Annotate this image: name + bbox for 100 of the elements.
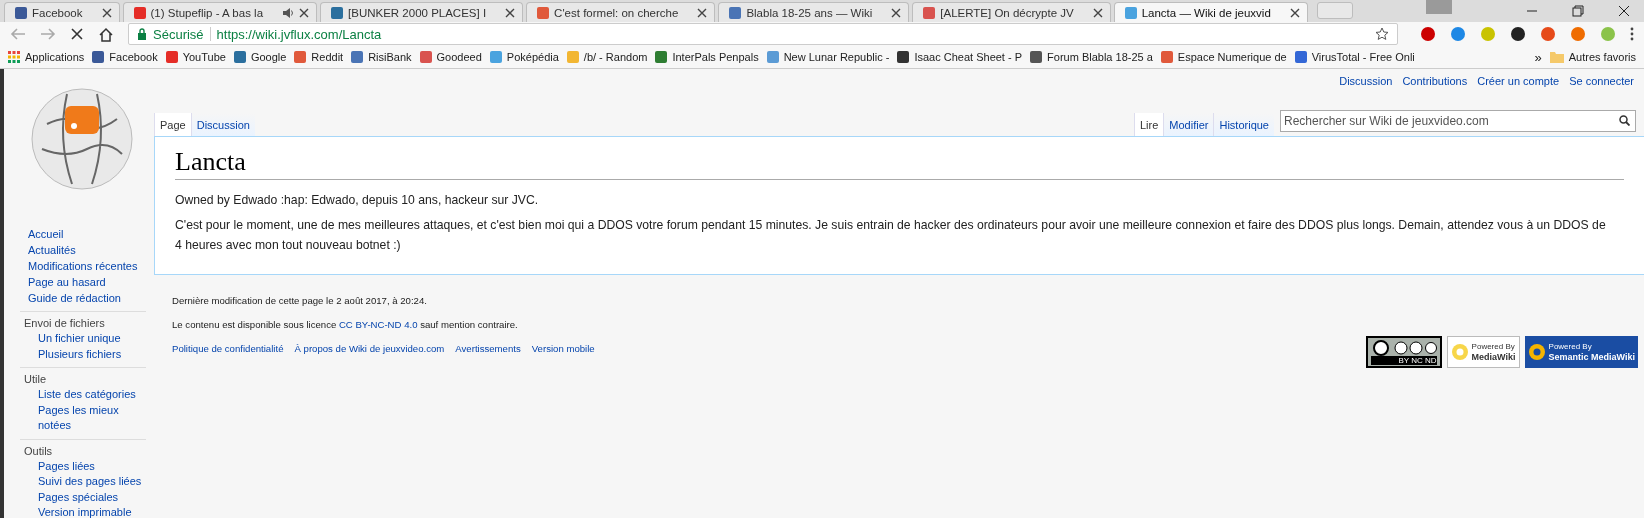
- footer-link[interactable]: Version mobile: [531, 343, 595, 354]
- sidebar-heading: Outils: [24, 443, 54, 459]
- bookmark-link[interactable]: Facebook: [109, 51, 158, 63]
- page-tab[interactable]: Lire: [1134, 113, 1164, 137]
- bookmark-link[interactable]: /b/ - Random: [583, 51, 648, 63]
- header-link[interactable]: Discussion: [1339, 75, 1393, 92]
- site-icon: [923, 6, 936, 19]
- bookmark-folder[interactable]: Autres favoris: [1568, 51, 1636, 63]
- grid-icon: [8, 51, 20, 63]
- menu-icon[interactable]: [1630, 27, 1634, 41]
- site-icon: [92, 51, 105, 63]
- browser-tab[interactable]: Lancta — Wiki de jeuxvid: [1113, 2, 1308, 22]
- page-tab[interactable]: Modifier: [1163, 113, 1214, 137]
- site-icon: [351, 51, 364, 63]
- footer-link[interactable]: Avertissements: [455, 343, 521, 354]
- cc-symbols-icon: [1370, 339, 1437, 356]
- bookmark-link[interactable]: Goodeed: [436, 51, 482, 63]
- footer-text: Dernière modification de cette page le 2 août 2017, à 20:24.: [172, 295, 428, 306]
- close-icon[interactable]: [1618, 5, 1630, 17]
- sidebar-link[interactable]: Pages liées: [24, 458, 148, 474]
- sidebar-link[interactable]: Actualités: [24, 242, 154, 258]
- bookmark-link[interactable]: Applications: [25, 51, 85, 63]
- site-icon: [1160, 51, 1173, 63]
- bookmark-link[interactable]: Espace Numerique de: [1177, 51, 1287, 63]
- browser-tab[interactable]: [ALERTE] On décrypte JV: [912, 2, 1111, 22]
- close-icon[interactable]: [299, 7, 310, 18]
- bookmark-link[interactable]: Forum Blabla 18-25 a: [1047, 51, 1153, 63]
- site-icon: [419, 51, 432, 63]
- close-icon[interactable]: [1289, 7, 1300, 18]
- search-field[interactable]: Rechercher sur Wiki de jeuxvideo.com: [1280, 110, 1636, 132]
- sidebar-link[interactable]: Pages les mieux notées: [24, 402, 148, 434]
- sidebar-link[interactable]: Modifications récentes: [24, 258, 154, 274]
- site-icon: [1030, 51, 1043, 63]
- sidebar-link[interactable]: Page au hasard: [24, 274, 154, 290]
- close-icon[interactable]: [505, 7, 516, 18]
- sidebar-link[interactable]: Pages spéciales: [24, 489, 148, 505]
- search-icon[interactable]: [1619, 115, 1630, 126]
- extension-icon[interactable]: [1510, 26, 1526, 42]
- bookmark-link[interactable]: Reddit: [311, 51, 344, 63]
- sidebar-heading: Utile: [24, 372, 47, 387]
- address-bar[interactable]: Sécurisé https://wiki.jvflux.com/Lancta: [128, 23, 1398, 45]
- site-icon: [489, 51, 502, 63]
- sidebar-link[interactable]: Suivi des pages liées: [24, 474, 148, 490]
- url-text: https://wiki.jvflux.com/Lancta: [216, 26, 382, 42]
- home-icon[interactable]: [98, 26, 114, 42]
- browser-tab[interactable]: [BUNKER 2000 PLACES] I: [320, 2, 524, 22]
- sidebar-link[interactable]: Liste des catégories: [24, 387, 148, 403]
- security-label: Sécurisé: [153, 26, 204, 42]
- bookmark-link[interactable]: VirusTotal - Free Onli: [1311, 51, 1415, 63]
- close-icon[interactable]: [101, 7, 112, 18]
- paragraph: C'est pour le moment, une de mes meilleures attaques, et c'est bien moi qui a DDOS votre forum pendant 15 minutes. Je suis entrain de hacker des ordinateurs pour avoir une meilleure connexion et faire des DDOS plus longs. Demain, attendez vous à un DDOS de 4 heures avec mon tout nouveau botnet :): [175, 217, 1607, 254]
- close-icon[interactable]: [891, 7, 902, 18]
- page-tab[interactable]: Discussion: [190, 113, 255, 137]
- powered-by-badge[interactable]: Powered By MediaWiki: [1446, 336, 1520, 368]
- sidebar-heading: Envoi de fichiers: [24, 316, 106, 331]
- star-icon[interactable]: [1375, 27, 1389, 41]
- browser-tab[interactable]: (1) Stupeflip - A bas la: [122, 2, 318, 22]
- site-icon: [766, 51, 779, 63]
- bookmark-link[interactable]: New Lunar Republic -: [783, 51, 890, 63]
- site-icon: [233, 51, 246, 63]
- bookmark-link[interactable]: YouTube: [182, 51, 226, 63]
- bookmarks-overflow-button[interactable]: »: [1534, 49, 1542, 65]
- restore-icon[interactable]: [1572, 5, 1584, 17]
- page-tab[interactable]: Historique: [1213, 113, 1274, 137]
- browser-tab[interactable]: C'est formel: on cherche: [526, 2, 716, 22]
- footer-link[interactable]: Politique de confidentialité: [172, 343, 284, 354]
- header-link[interactable]: Créer un compte: [1477, 75, 1560, 92]
- site-icon: [1294, 51, 1307, 63]
- bookmark-link[interactable]: InterPals Penpals: [672, 51, 759, 63]
- page-title: Lancta: [175, 147, 1624, 180]
- browser-tab[interactable]: Facebook: [4, 2, 120, 22]
- bookmark-link[interactable]: Google: [250, 51, 287, 63]
- page-tab[interactable]: Page: [154, 113, 191, 137]
- bookmark-link[interactable]: Isaac Cheat Sheet - P: [914, 51, 1023, 63]
- bookmark-link[interactable]: RisiBank: [368, 51, 412, 63]
- site-icon: [1124, 6, 1137, 19]
- site-icon: [655, 51, 668, 63]
- site-icon: [15, 6, 27, 19]
- sidebar-link[interactable]: Plusieurs fichiers: [24, 346, 148, 362]
- license-badge[interactable]: BY NC ND: [1365, 336, 1442, 368]
- speaker-icon: [282, 6, 295, 19]
- site-icon: [897, 51, 910, 63]
- site-icon: [566, 51, 579, 63]
- header-link[interactable]: Se connecter: [1569, 75, 1634, 92]
- browser-tab[interactable]: Blabla 18-25 ans — Wiki: [718, 2, 910, 22]
- footer-link[interactable]: À propos de Wiki de jeuxvideo.com: [294, 343, 445, 354]
- close-icon[interactable]: [697, 7, 708, 18]
- powered-by-badge[interactable]: Powered By Semantic MediaWiki: [1524, 336, 1638, 368]
- sidebar-link[interactable]: Guide de rédaction: [24, 290, 154, 306]
- bookmark-link[interactable]: Poképédia: [506, 51, 559, 63]
- site-icon: [537, 6, 550, 19]
- close-icon[interactable]: [1092, 7, 1103, 18]
- site-icon: [729, 6, 742, 19]
- stop-icon[interactable]: [70, 27, 84, 41]
- header-link[interactable]: Contributions: [1402, 75, 1468, 92]
- folder-icon: [1549, 51, 1564, 63]
- license-link[interactable]: CC BY-NC-ND 4.0: [338, 319, 418, 330]
- sidebar-link[interactable]: Version imprimable: [24, 505, 148, 518]
- sidebar-link[interactable]: Accueil: [24, 226, 154, 242]
- sidebar-link[interactable]: Un fichier unique: [24, 331, 148, 347]
